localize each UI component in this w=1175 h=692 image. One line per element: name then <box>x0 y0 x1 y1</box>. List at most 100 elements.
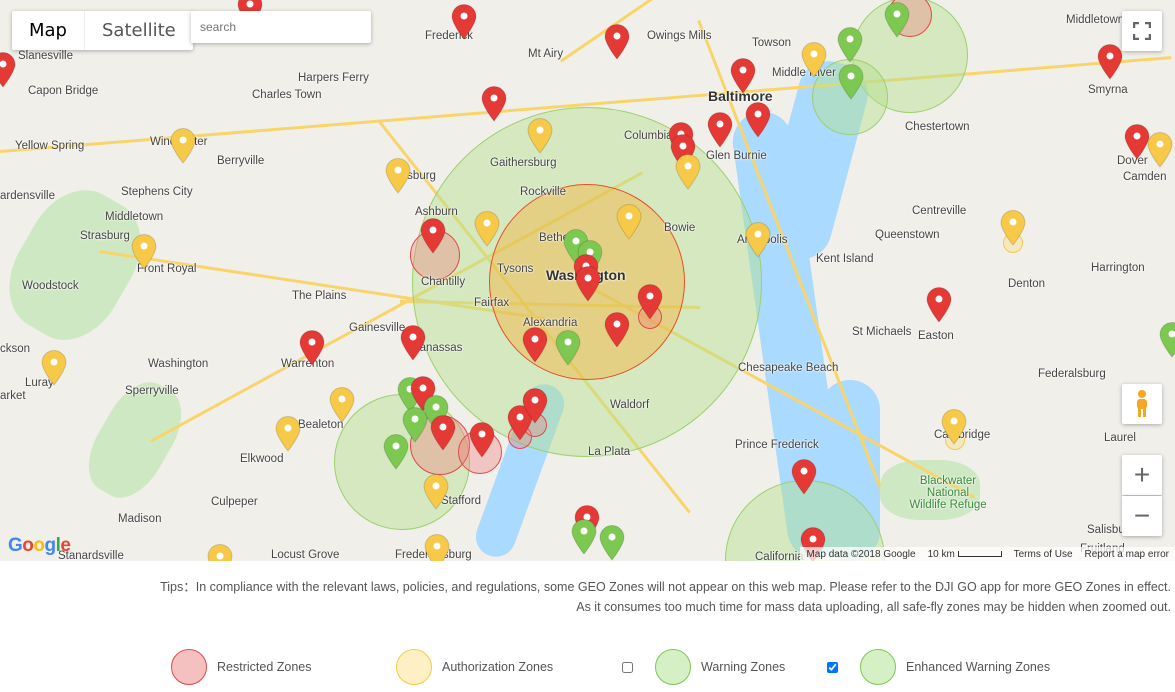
place-label: Madison <box>118 513 162 525</box>
place-label: Washington <box>148 358 209 370</box>
restricted-zone-marker[interactable] <box>469 422 495 458</box>
place-label: Tysons <box>497 263 534 275</box>
place-label: Camden <box>1123 171 1167 183</box>
place-label: The Plains <box>292 290 347 302</box>
restricted-zone-marker[interactable] <box>522 388 548 424</box>
place-label: Owings Mills <box>647 30 712 42</box>
authorization-zone-marker[interactable] <box>527 118 553 154</box>
google-logo: Google <box>8 535 71 556</box>
map-button[interactable]: Map <box>12 11 85 50</box>
authorization-zone-marker[interactable] <box>745 222 771 258</box>
authorization-zone-marker[interactable] <box>329 387 355 423</box>
place-label: Glen Burnie <box>706 150 767 162</box>
restricted-zone-marker[interactable] <box>522 327 548 363</box>
place-label: Woodstock <box>22 280 79 292</box>
place-label: Smyrna <box>1088 84 1128 96</box>
restricted-zone-marker[interactable] <box>604 312 630 348</box>
legend-restricted: Restricted Zones <box>171 649 311 685</box>
restricted-zone-marker[interactable] <box>420 218 446 254</box>
restricted-zone-marker[interactable] <box>791 459 817 495</box>
place-label: ardensville <box>0 190 55 202</box>
place-label: Sperryville <box>125 385 179 397</box>
authorization-zone-marker[interactable] <box>131 234 157 270</box>
place-label: Harpers Ferry <box>298 72 369 84</box>
authorization-swatch <box>396 649 432 685</box>
place-label: Ashburn <box>415 206 458 218</box>
search-input[interactable] <box>191 11 371 43</box>
authorization-zone-marker[interactable] <box>941 409 967 445</box>
restricted-zone-marker[interactable] <box>575 266 601 302</box>
map-data-text: Map data ©2018 Google <box>806 548 916 560</box>
restricted-zone-marker[interactable] <box>400 325 426 361</box>
warning-zones-checkbox[interactable] <box>622 661 633 673</box>
warning-zone-marker[interactable] <box>571 519 597 555</box>
legend-warning: Warning Zones <box>622 649 785 685</box>
place-label: Locust Grove <box>271 549 340 561</box>
restricted-zone-marker[interactable] <box>0 52 16 88</box>
place-label: Middletown <box>105 211 164 223</box>
authorization-zone-marker[interactable] <box>385 158 411 194</box>
authorization-zone-marker[interactable] <box>424 534 450 561</box>
restricted-zone-marker[interactable] <box>637 284 663 320</box>
plus-icon: + <box>1133 459 1151 490</box>
street-view-button[interactable] <box>1122 384 1162 424</box>
warning-zone-marker[interactable] <box>555 330 581 366</box>
place-label: Slanesville <box>18 50 73 62</box>
warning-zone-marker[interactable] <box>383 434 409 470</box>
authorization-zone-marker[interactable] <box>1000 210 1026 246</box>
place-label: Gainesville <box>349 322 406 334</box>
enhanced-warning-zones-checkbox[interactable] <box>827 661 838 673</box>
warning-zone-marker[interactable] <box>1159 322 1175 358</box>
place-label: Gaithersburg <box>490 157 557 169</box>
warning-zone-marker[interactable] <box>837 27 863 63</box>
satellite-button[interactable]: Satellite <box>85 11 193 50</box>
place-label: ckson <box>0 343 31 355</box>
zoom-in-button[interactable]: + <box>1122 455 1162 495</box>
restricted-zone-marker[interactable] <box>707 112 733 148</box>
restricted-zone-marker[interactable] <box>745 102 771 138</box>
restricted-zone-marker[interactable] <box>730 58 756 94</box>
place-label: Fairfax <box>474 297 510 309</box>
restricted-zone-marker[interactable] <box>299 330 325 366</box>
scale-bar: 10 km <box>928 549 1002 560</box>
zoom-out-button[interactable]: − <box>1122 496 1162 536</box>
warning-zone-marker[interactable] <box>599 525 625 561</box>
restricted-zone-marker[interactable] <box>926 287 952 323</box>
legend-label: Enhanced Warning Zones <box>906 660 1051 674</box>
authorization-zone-marker[interactable] <box>207 544 233 561</box>
authorization-zone-marker[interactable] <box>1147 132 1173 168</box>
restricted-zone-marker[interactable] <box>604 24 630 60</box>
authorization-zone-marker[interactable] <box>170 128 196 164</box>
report-error-link[interactable]: Report a map error <box>1085 549 1169 560</box>
geo-zone-map[interactable]: Frederick Mt Airy Owings Mills Towson Baltim… <box>0 0 1175 561</box>
authorization-zone-marker[interactable] <box>275 416 301 452</box>
authorization-zone-marker[interactable] <box>474 211 500 247</box>
authorization-zone-marker[interactable] <box>616 204 642 240</box>
place-label: Blackwater National Wildlife Refuge <box>909 475 987 511</box>
place-label: Bowie <box>664 222 696 234</box>
authorization-zone-marker[interactable] <box>675 154 701 190</box>
legend-label: Warning Zones <box>701 660 786 674</box>
place-label: Laurel <box>1104 432 1136 444</box>
place-label: Columbia <box>624 130 673 142</box>
enhanced-warning-swatch <box>860 649 896 685</box>
authorization-zone-marker[interactable] <box>801 42 827 78</box>
legend-authorization: Authorization Zones <box>396 649 553 685</box>
place-label: California <box>755 551 804 561</box>
restricted-zone-marker[interactable] <box>451 4 477 40</box>
restricted-swatch <box>171 649 207 685</box>
restricted-zone-marker[interactable] <box>1097 44 1123 80</box>
legend: Restricted Zones Authorization Zones War… <box>0 649 1175 685</box>
place-label: Chestertown <box>905 121 970 133</box>
warning-zone-marker[interactable] <box>838 64 864 100</box>
authorization-zone-marker[interactable] <box>423 474 449 510</box>
restricted-zone-marker[interactable] <box>481 86 507 122</box>
restricted-zone-marker[interactable] <box>430 415 456 451</box>
place-label: Chesapeake Beach <box>738 362 839 374</box>
authorization-zone-marker[interactable] <box>41 350 67 386</box>
warning-zone-marker[interactable] <box>884 2 910 38</box>
place-label: Easton <box>918 330 954 342</box>
terms-link[interactable]: Terms of Use <box>1014 549 1073 560</box>
place-label: Prince Frederick <box>735 439 819 451</box>
fullscreen-button[interactable] <box>1122 11 1162 51</box>
